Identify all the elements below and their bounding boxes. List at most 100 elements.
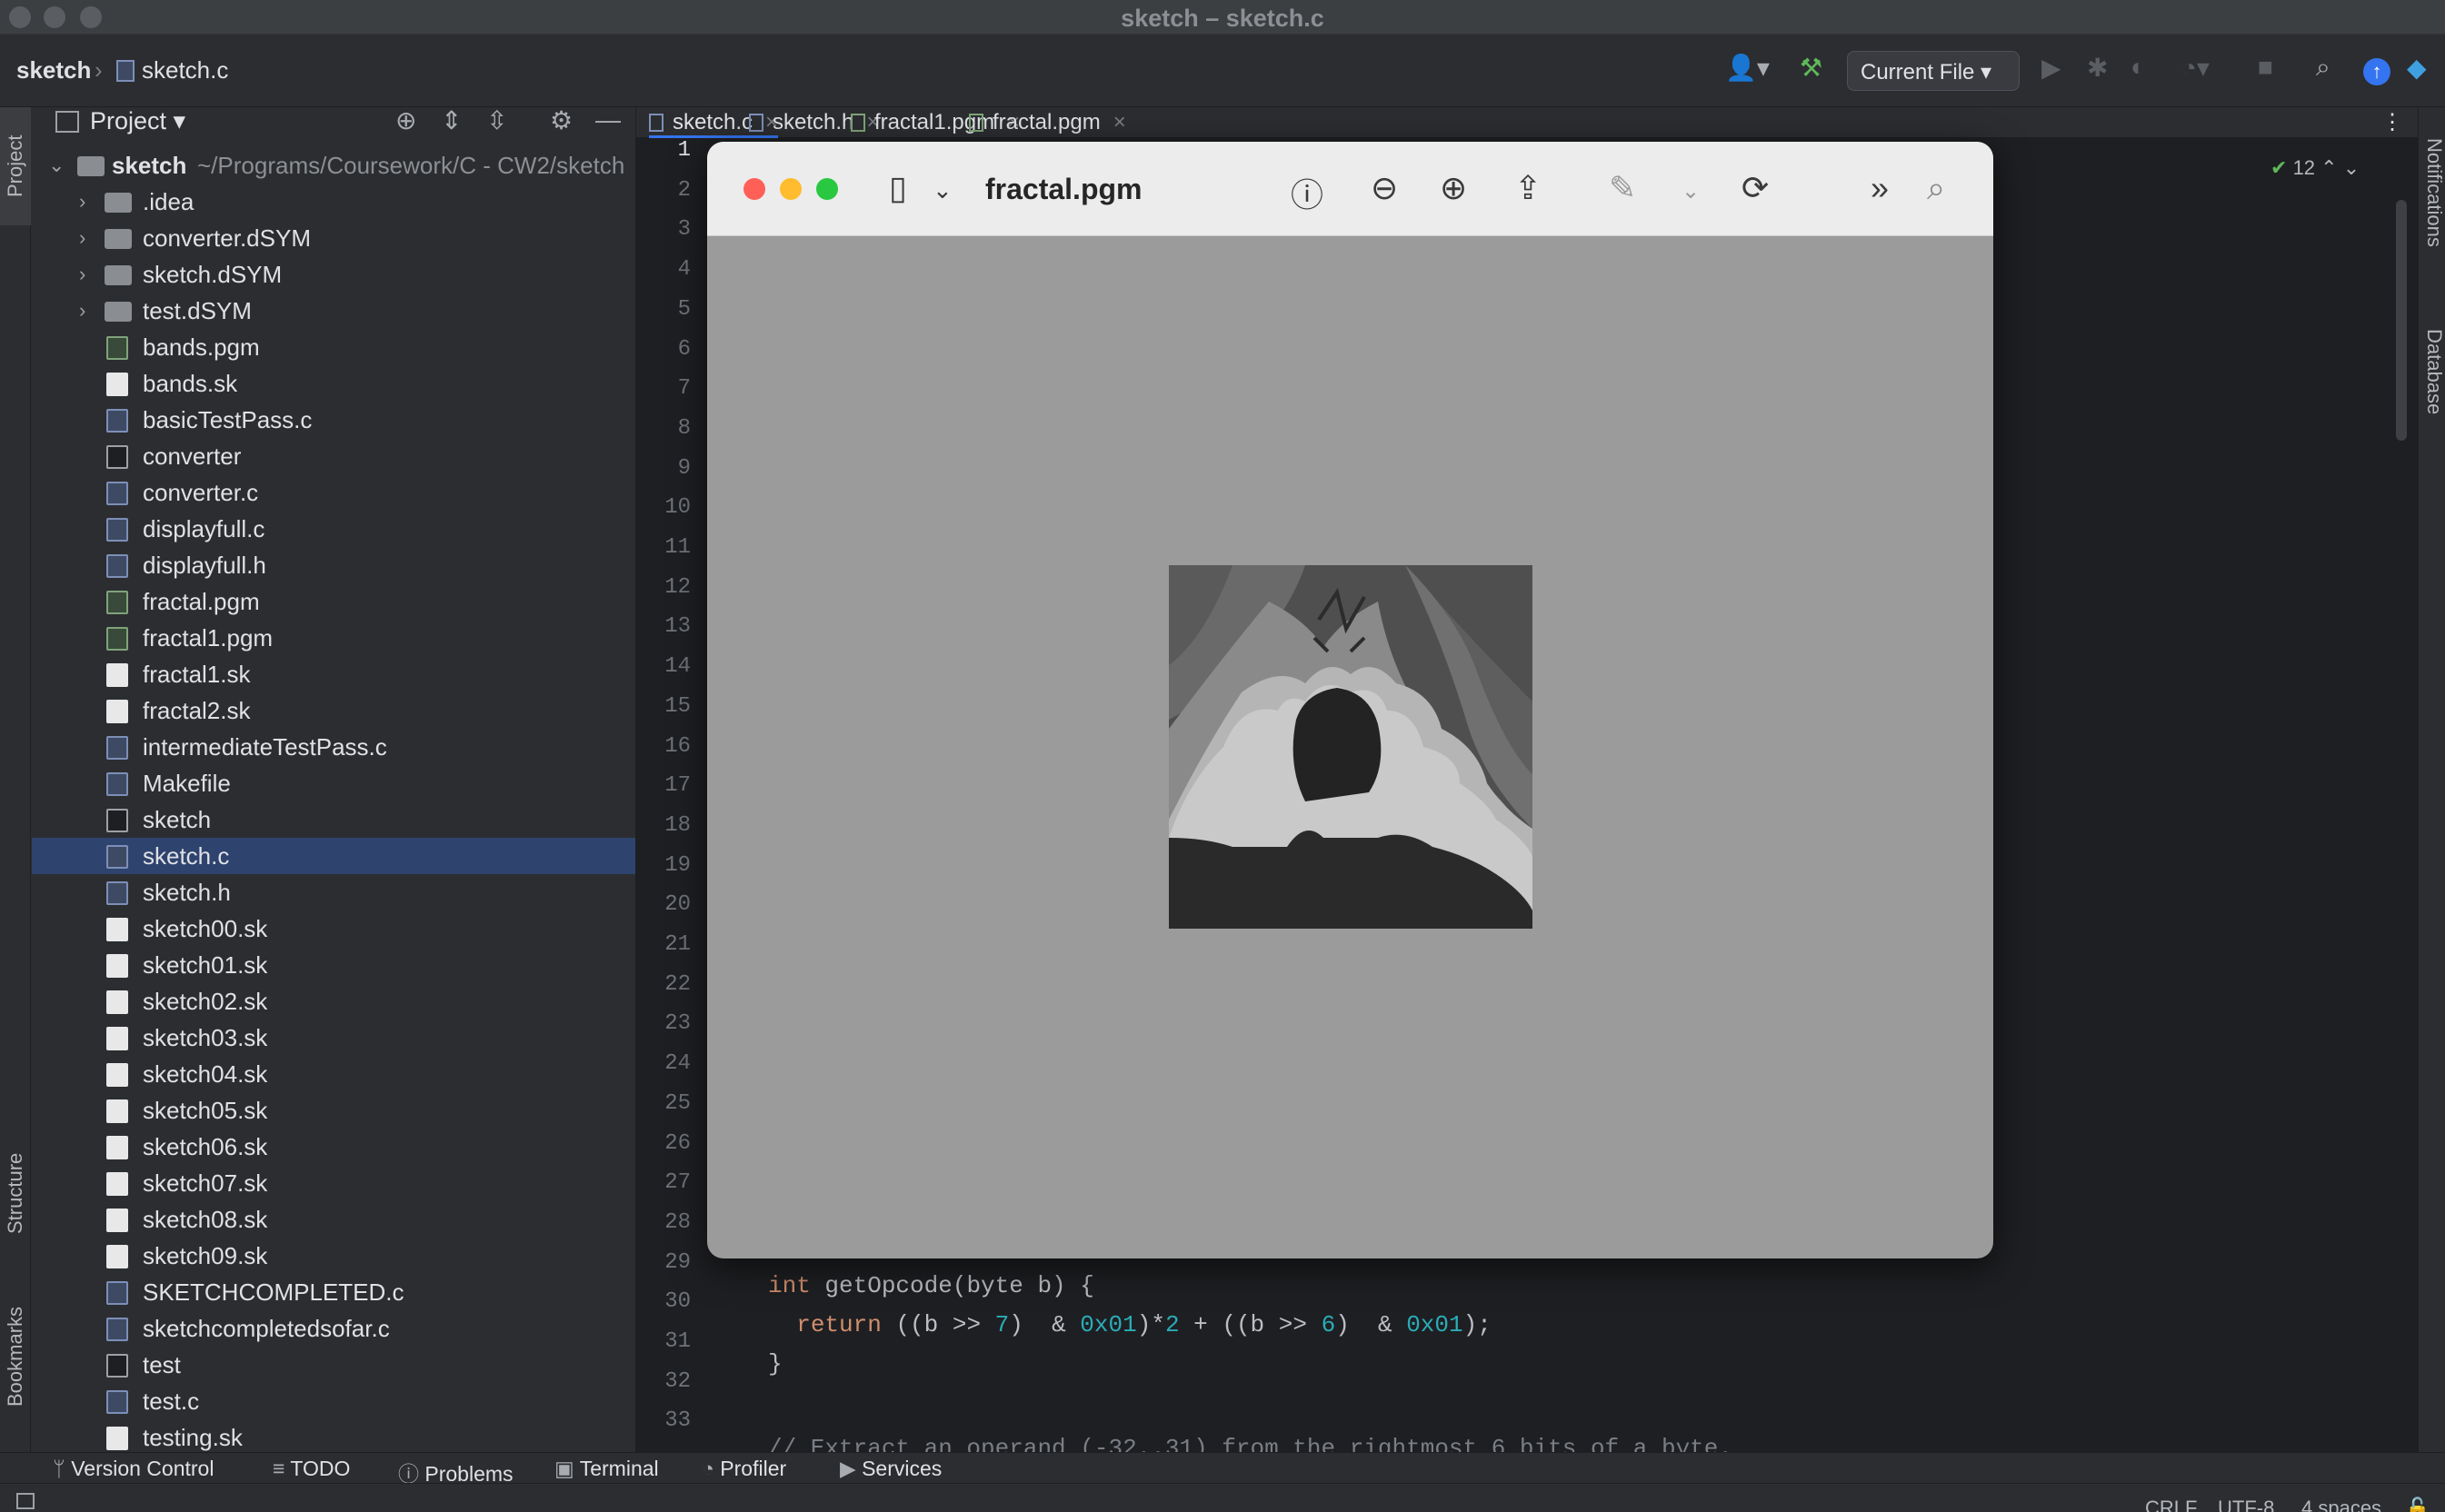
more-tabs-icon[interactable]: ⋮ [2381,107,2403,138]
tree-item[interactable]: fractal.pgm [32,583,635,620]
tree-item[interactable]: basicTestPass.c [32,402,635,438]
preview-close-button[interactable] [743,178,765,200]
profile-icon[interactable]: ◔▾ [2181,53,2210,83]
rotate-icon[interactable]: ⟳ [1741,169,1769,207]
expand-all-icon[interactable]: ⇕ [441,107,462,135]
zoom-out-icon[interactable]: ⊖ [1371,169,1398,207]
tree-item[interactable]: sketch00.sk [32,910,635,947]
lock-icon[interactable]: 🔓 [2405,1497,2430,1512]
tree-item[interactable]: sketch06.sk [32,1129,635,1165]
code-line-31[interactable]: } [768,1350,783,1378]
gear-icon[interactable]: ⚙ [550,107,573,135]
tool-terminal[interactable]: ▣ Terminal [554,1457,659,1481]
tree-item[interactable]: fractal1.pgm [32,620,635,656]
layout-toggle-icon[interactable] [16,1493,35,1509]
locate-icon[interactable]: ⊕ [395,107,416,135]
tree-item[interactable]: displayfull.h [32,547,635,583]
close-tab-icon[interactable]: × [1113,110,1126,134]
tree-folder[interactable]: › converter.dSYM [32,220,635,256]
stop-icon[interactable]: ■ [2258,53,2273,82]
tree-item[interactable]: sketch01.sk [32,947,635,983]
tree-item[interactable]: sketch02.sk [32,983,635,1020]
project-panel-title[interactable]: Project ▾ [90,107,185,135]
debug-icon[interactable]: ✱ [2087,53,2108,83]
hide-panel-icon[interactable]: — [595,107,621,134]
line-separator-indicator[interactable]: CRLF [2145,1497,2197,1512]
info-icon[interactable]: ⓘ [1291,169,1323,216]
preview-zoom-button[interactable] [816,178,838,200]
tab-structure-side[interactable]: Structure [0,1125,31,1261]
zoom-in-icon[interactable]: ⊕ [1440,169,1467,207]
tree-item-label: testing.sk [143,1424,243,1451]
tree-folder[interactable]: › sketch.dSYM [32,256,635,293]
tree-item[interactable]: bands.pgm [32,329,635,365]
tree-item[interactable]: fractal1.sk [32,656,635,692]
indent-indicator[interactable]: 4 spaces [2301,1497,2381,1512]
tool-services[interactable]: ▶ Services [840,1457,942,1481]
tree-item[interactable]: sketchcompletedsofar.c [32,1310,635,1347]
plugin-icon[interactable]: ◆ [2407,53,2427,83]
tree-item-label: sketch01.sk [143,951,268,979]
tool-version-control[interactable]: ᛘ Version Control [53,1457,214,1481]
account-icon[interactable]: 👤▾ [1725,53,1770,83]
tab-project-side[interactable]: Project [0,107,31,225]
tree-item[interactable]: sketch05.sk [32,1092,635,1129]
tree-folder[interactable]: › .idea [32,184,635,220]
tool-profiler[interactable]: ◔ Profiler [702,1457,786,1481]
tree-item[interactable]: sketch07.sk [32,1165,635,1201]
code-line-29[interactable]: int getOpcode(byte b) { [768,1272,1094,1299]
inspection-widget[interactable]: ✔ 12 ⌃ ⌄ [2270,156,2360,180]
search-icon[interactable]: ⌕ [1927,169,1945,208]
tree-item[interactable]: sketch08.sk [32,1201,635,1238]
tab-notifications[interactable]: Notifications [2419,118,2445,291]
collapse-all-icon[interactable]: ⇳ [486,107,507,135]
tree-item[interactable]: sketch.h [32,874,635,910]
tree-item[interactable]: Makefile [32,765,635,801]
tree-item[interactable]: testing.sk [32,1419,635,1452]
tree-folder[interactable]: › test.dSYM [32,293,635,329]
tree-root[interactable]: ⌄ sketch ~/Programs/Coursework/C - CW2/ske… [32,147,635,184]
fractal-image-graphic [1169,565,1532,929]
share-icon[interactable]: ⇪ [1514,169,1542,207]
update-icon[interactable]: ↑ [2363,58,2390,85]
tree-item[interactable]: SKETCHCOMPLETED.c [32,1274,635,1310]
tree-item[interactable]: converter [32,438,635,474]
preview-minimize-button[interactable] [780,178,802,200]
encoding-indicator[interactable]: UTF-8 [2218,1497,2274,1512]
tool-todo[interactable]: ≡ TODO [273,1457,350,1481]
tree-item[interactable]: converter.c [32,474,635,511]
markup-chevron-icon[interactable]: ⌄ [1682,178,1700,204]
build-hammer-icon[interactable]: ⚒ [1800,53,1822,83]
breadcrumb-project[interactable]: sketch [16,56,91,85]
run-configuration-select[interactable]: Current File ▾ [1847,51,2020,91]
c-file-icon [106,409,128,433]
editor-scrollbar[interactable] [2396,200,2407,441]
tree-item[interactable]: sketch03.sk [32,1020,635,1056]
code-line-33[interactable]: // Extract an operand (-32..31) from the… [768,1430,1732,1452]
tab-bookmarks-side[interactable]: Bookmarks [0,1279,31,1434]
tree-item[interactable]: sketch [32,801,635,838]
coverage-icon[interactable]: ◐ [2131,53,2146,82]
tab-fractal-pgm[interactable]: fractal.pgm × [969,107,1126,138]
tree-item[interactable]: fractal2.sk [32,692,635,729]
markup-pen-icon[interactable]: ✎ [1609,169,1636,207]
more-tools-icon[interactable]: » [1871,169,1889,207]
tree-item[interactable]: test [32,1347,635,1383]
pgm-file-icon [106,627,128,651]
left-tool-strip: Project Structure Bookmarks [0,107,31,1452]
tree-item[interactable]: intermediateTestPass.c [32,729,635,765]
tree-item[interactable]: sketch09.sk [32,1238,635,1274]
tab-database[interactable]: Database [2419,309,2445,454]
tree-item[interactable]: test.c [32,1383,635,1419]
run-icon[interactable]: ▶ [2041,53,2061,83]
tree-item[interactable]: sketch04.sk [32,1056,635,1092]
tree-item[interactable]: displayfull.c [32,511,635,547]
tree-item[interactable]: sketch.c [32,838,635,874]
breadcrumb-file[interactable]: sketch.c [142,56,228,85]
tree-item[interactable]: bands.sk [32,365,635,402]
code-line-30[interactable]: return ((b >> 7) & 0x01)*2 + ((b >> 6) &… [768,1311,1492,1338]
search-icon[interactable]: ⌕ [2316,53,2330,83]
line-number: 31 [664,1329,691,1354]
sidebar-toggle-icon[interactable]: ▯ [889,169,907,207]
chevron-down-icon[interactable]: ⌄ [933,176,953,204]
